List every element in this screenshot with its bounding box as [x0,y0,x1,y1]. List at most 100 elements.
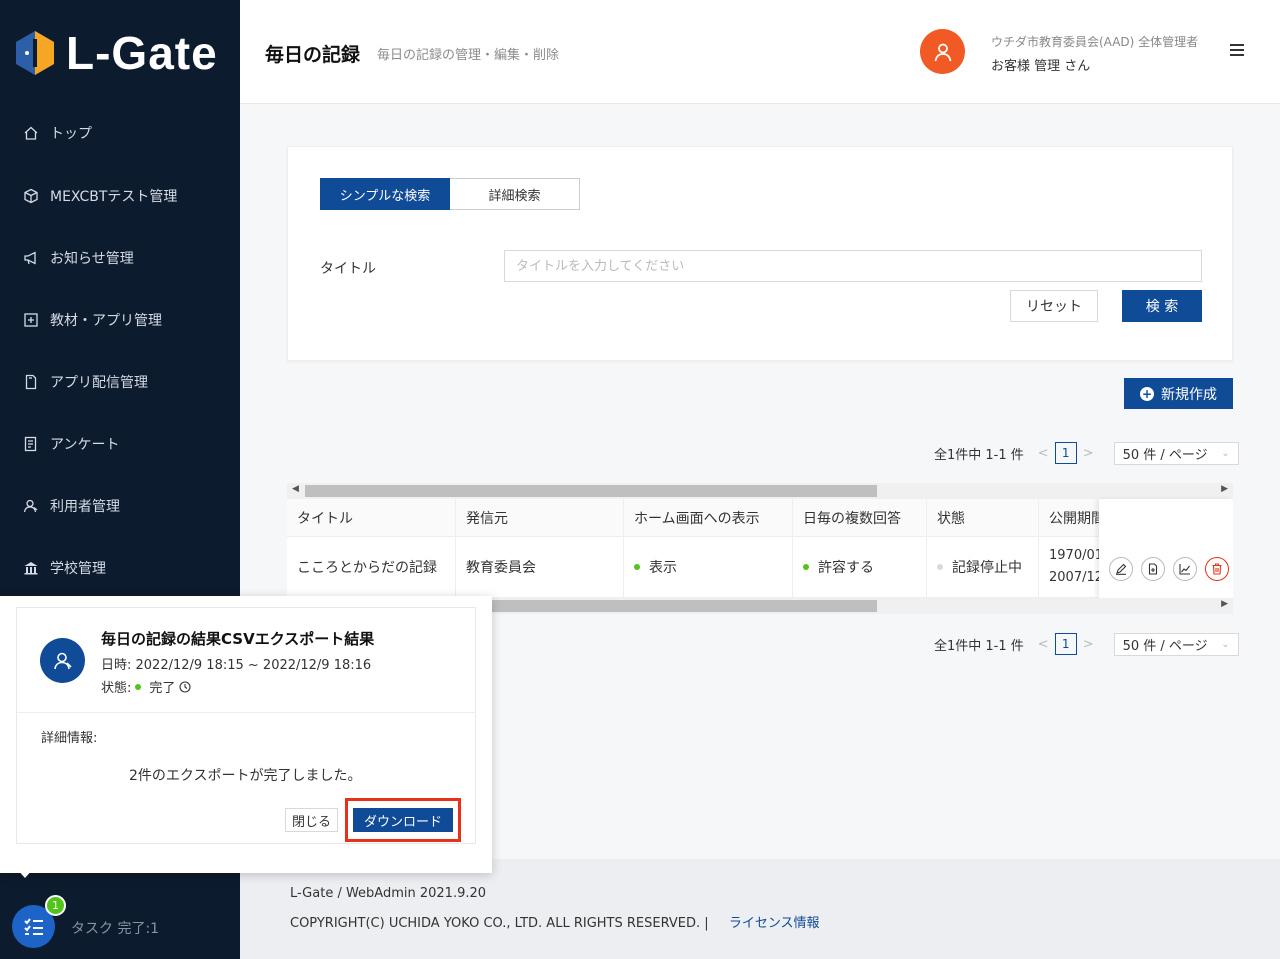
download-button[interactable]: ダウンロード [353,808,453,832]
title-field-label: タイトル [320,261,376,277]
scroll-right-icon[interactable]: ▶ [1221,599,1228,609]
scroll-right-icon[interactable]: ▶ [1221,484,1228,494]
home-display-value: 表示 [649,560,677,576]
pagination-bottom: 全1件中 1-1 件 < 1 > 50 件 / ページ ⌄ [934,632,1239,656]
bank-icon [22,559,40,577]
create-new-label: 新規作成 [1161,386,1217,403]
reset-button[interactable]: リセット [1010,290,1098,322]
plus-circle-icon: + [1140,386,1154,401]
tab-simple-search[interactable]: シンプルな検索 [320,178,450,210]
user-icon [22,497,40,515]
sidebar-item-schools[interactable]: 学校管理 [0,548,240,588]
footer-version: L-Gate / WebAdmin 2021.9.20 [290,886,487,901]
row-source: 教育委員会 [456,537,624,597]
popup-title: 毎日の記録の結果CSVエクスポート結果 [101,630,375,648]
page-title: 毎日の記録 [265,44,361,66]
survey-icon [22,435,40,453]
line-chart-icon[interactable] [1173,557,1197,581]
next-page-icon[interactable]: > [1083,446,1094,461]
pagination-top: 全1件中 1-1 件 < 1 > 50 件 / ページ ⌄ [934,441,1239,465]
sidebar-item-materials[interactable]: 教材・アプリ管理 [0,300,240,340]
sidebar-item-label: アンケート [50,437,120,453]
edit-icon[interactable] [1109,557,1133,581]
clock-icon [179,680,191,693]
sidebar-item-users[interactable]: 利用者管理 [0,486,240,526]
table-row[interactable]: こころとからだの記録 教育委員会 表示 許容する 記録停止中 1970/01 2… [287,537,1233,598]
pagination-summary: 全1件中 1-1 件 [934,638,1024,654]
column-header: ホーム画面への表示 [624,499,793,536]
sidebar-item-survey[interactable]: アンケート [0,424,240,464]
chevron-down-icon: ⌄ [1221,638,1230,650]
home-icon [22,124,40,142]
row-title: こころとからだの記録 [287,537,456,597]
sidebar-item-app-delivery[interactable]: アプリ配信管理 [0,362,240,402]
scroll-left-icon[interactable]: ◀ [292,484,299,494]
pagination-summary: 全1件中 1-1 件 [934,447,1024,463]
sidebar-item-notice[interactable]: お知らせ管理 [0,238,240,278]
task-count-badge: 1 [45,895,66,916]
sidebar-item-label: 教材・アプリ管理 [50,313,162,329]
file-export-icon[interactable] [1141,557,1165,581]
sidebar-item-mexcbt[interactable]: MEXCBTテスト管理 [0,176,240,216]
page-size-value: 50 件 / ページ [1122,447,1208,463]
delete-icon[interactable] [1205,557,1229,581]
task-list-icon [23,917,43,935]
records-table: ◀ ▶ タイトル 発信元 ホーム画面への表示 日毎の複数回答 状態 公開期間 こ… [287,483,1233,614]
popup-pointer [16,868,34,878]
period-start: 1970/01 [1049,548,1104,563]
page-subtitle: 毎日の記録の管理・編集・削除 [377,48,560,63]
app-logo[interactable]: L-Gate [14,26,218,80]
status-dot [135,683,142,690]
sidebar-item-top[interactable]: トップ [0,113,240,153]
prev-page-icon[interactable]: < [1038,637,1049,652]
megaphone-icon [22,249,40,267]
prev-page-icon[interactable]: < [1038,446,1049,461]
plus-square-icon [22,311,40,329]
task-status-label: タスク 完了:1 [71,921,160,937]
page-size-value: 50 件 / ページ [1122,638,1208,654]
menu-icon[interactable] [1230,44,1244,59]
popup-status: 状態: 完了 [101,677,191,696]
page-footer: L-Gate / WebAdmin 2021.9.20 COPYRIGHT(C)… [240,859,1280,959]
multi-answer-value: 許容する [818,560,874,576]
app-name: L-Gate [66,27,218,79]
tab-detail-search[interactable]: 詳細検索 [450,178,580,210]
title-search-input[interactable] [504,250,1202,282]
next-page-icon[interactable]: > [1083,637,1094,652]
footer-copyright-line: COPYRIGHT(C) UCHIDA YOKO CO., LTD. ALL R… [290,912,820,931]
user-avatar-icon [934,43,951,61]
sidebar-item-label: 利用者管理 [50,499,120,515]
page-size-select[interactable]: 50 件 / ページ ⌄ [1113,632,1239,656]
page-number[interactable]: 1 [1054,442,1077,464]
search-button[interactable]: 検 索 [1122,290,1202,322]
file-icon [22,373,40,391]
popup-date: 日時: 2022/12/9 18:15 ~ 2022/12/9 18:16 [101,658,372,673]
cube-icon [22,187,40,205]
page-header: 毎日の記録 毎日の記録の管理・編集・削除 ウチダ市教育委員会(AAD) 全体管理… [240,0,1280,104]
status-dot [634,564,640,570]
chevron-down-icon: ⌄ [1221,447,1230,459]
table-scrollbar-top[interactable]: ◀ ▶ [287,483,1233,499]
column-header: タイトル [287,499,456,536]
close-button[interactable]: 閉じる [285,808,338,832]
status-value: 完了 [149,681,176,696]
column-header: 日毎の複数回答 [793,499,927,536]
status-dot [937,564,943,570]
scroll-thumb[interactable] [305,485,877,497]
page-size-select[interactable]: 50 件 / ページ ⌄ [1113,441,1239,465]
divider [17,712,475,713]
search-mode-tabs: シンプルな検索 詳細検索 [320,178,580,210]
create-new-button[interactable]: + 新規作成 [1124,378,1233,409]
avatar[interactable] [920,29,965,74]
row-home-display: 表示 [624,537,793,597]
user-name: お客様 管理 さん [991,59,1091,74]
license-link[interactable]: ライセンス情報 [729,916,820,931]
sidebar-item-label: お知らせ管理 [50,251,134,267]
logo-mark-icon [16,31,54,75]
page-number[interactable]: 1 [1054,633,1077,655]
table-header: タイトル 発信元 ホーム画面への表示 日毎の複数回答 状態 公開期間 [287,499,1233,537]
status-value: 記録停止中 [952,560,1022,576]
row-multi-answer: 許容する [793,537,927,597]
column-header: 発信元 [456,499,624,536]
search-panel: シンプルな検索 詳細検索 タイトル リセット 検 索 [287,146,1233,361]
